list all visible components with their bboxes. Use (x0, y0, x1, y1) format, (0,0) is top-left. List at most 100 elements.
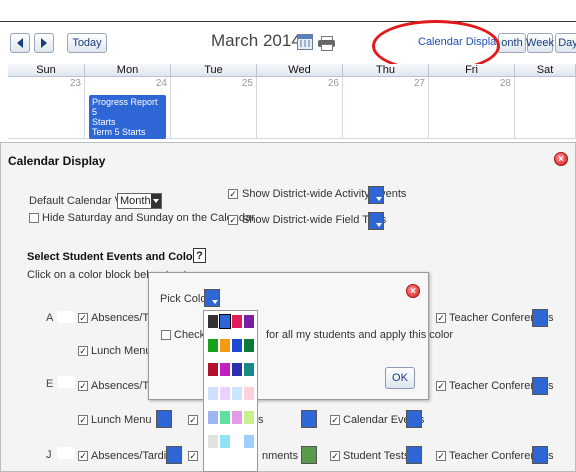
close-icon[interactable]: × (406, 284, 420, 298)
calendar-events-checkbox[interactable]: ✓ (330, 415, 340, 425)
show-trips-label: Show District-wide Field Trips (242, 214, 387, 226)
event-color-swatch[interactable] (301, 410, 317, 428)
day-header-wed: Wed (257, 64, 343, 77)
lunch-menu-checkbox[interactable]: ✓ (78, 415, 88, 425)
color-swatch[interactable] (220, 363, 230, 376)
prev-month-button[interactable] (10, 33, 30, 53)
day-cell[interactable]: 24 Progress Report 5 Starts Term 5 Start… (85, 77, 171, 139)
day-cell[interactable] (515, 77, 576, 139)
redacted-name (57, 376, 75, 388)
month-view-button[interactable]: onth (498, 33, 526, 53)
calendar-events-color-swatch[interactable] (406, 410, 422, 428)
teacher-conf-color-swatch[interactable] (532, 377, 548, 395)
absences-checkbox[interactable]: ✓ (78, 313, 88, 323)
student-letter: J (46, 449, 52, 461)
top-strip (0, 0, 576, 22)
color-swatch[interactable] (232, 435, 242, 448)
lunch-menu-checkbox[interactable]: ✓ (78, 346, 88, 356)
color-swatch[interactable] (232, 339, 242, 352)
day-header-mon: Mon (85, 64, 171, 77)
day-cell[interactable]: 28 (429, 77, 515, 139)
day-cell[interactable]: 27 (343, 77, 429, 139)
color-swatch[interactable] (220, 387, 230, 400)
color-swatch[interactable] (219, 314, 231, 329)
color-swatch[interactable] (232, 315, 242, 328)
color-swatch[interactable] (244, 435, 254, 448)
absences-checkbox[interactable]: ✓ (78, 451, 88, 461)
lunch-menu-color-swatch[interactable] (156, 410, 172, 428)
event-label: s (258, 414, 264, 426)
teacher-conf-checkbox[interactable]: ✓ (436, 451, 446, 461)
teacher-conf-checkbox[interactable]: ✓ (436, 313, 446, 323)
color-swatch[interactable] (244, 363, 254, 376)
color-swatch[interactable] (208, 411, 218, 424)
assignments-label: nments (262, 450, 299, 462)
color-swatch[interactable] (208, 435, 218, 448)
day-cell[interactable]: 23 (8, 77, 85, 139)
chevron-down-icon (151, 194, 161, 208)
event-checkbox[interactable]: ✓ (188, 415, 198, 425)
section-title: Select Student Events and Colors: (27, 251, 207, 263)
redacted-name (57, 447, 75, 459)
absences-color-swatch[interactable] (166, 446, 182, 464)
day-cell[interactable]: 26 (257, 77, 343, 139)
hide-weekend-label: Hide Saturday and Sunday on the Calendar (42, 212, 255, 224)
color-swatch[interactable] (244, 411, 254, 424)
color-swatch[interactable] (232, 411, 242, 424)
day-header-sun: Sun (8, 64, 85, 77)
student-letter: E (46, 378, 54, 390)
show-trips-checkbox[interactable]: ✓ (228, 215, 238, 225)
trips-color-button[interactable] (368, 212, 384, 230)
teacher-conf-color-swatch[interactable] (532, 309, 548, 327)
student-tests-label: Student Tests (343, 450, 410, 462)
day-header-tue: Tue (171, 64, 257, 77)
month-title: March 2014 (211, 31, 301, 50)
pick-color-popup: Pick Color: × Check A for all my student… (148, 272, 453, 400)
day-view-button[interactable]: Day (555, 33, 576, 53)
pick-color-button[interactable] (204, 289, 220, 307)
color-palette (203, 310, 258, 472)
student-tests-checkbox[interactable]: ✓ (330, 451, 340, 461)
color-swatch[interactable] (208, 339, 218, 352)
color-swatch[interactable] (232, 363, 242, 376)
apply-all-checkbox[interactable] (161, 330, 171, 340)
assignments-color-swatch[interactable] (301, 446, 317, 464)
color-swatch[interactable] (220, 339, 230, 352)
hide-weekend-checkbox[interactable] (29, 213, 39, 223)
calendar-event[interactable]: Progress Report 5 Starts Term 5 Starts (89, 95, 166, 139)
close-icon[interactable]: × (554, 152, 568, 166)
color-swatch[interactable] (208, 315, 218, 328)
day-header-thu: Thu (343, 64, 429, 77)
color-swatch[interactable] (244, 339, 254, 352)
absences-checkbox[interactable]: ✓ (78, 381, 88, 391)
student-tests-color-swatch[interactable] (406, 446, 422, 464)
color-swatch[interactable] (232, 387, 242, 400)
color-swatch[interactable] (244, 387, 254, 400)
week-view-button[interactable]: Week (526, 33, 554, 53)
color-swatch[interactable] (220, 411, 230, 424)
help-button[interactable]: ? (193, 248, 206, 263)
day-header-sat: Sat (515, 64, 576, 77)
color-swatch[interactable] (244, 315, 254, 328)
show-activity-checkbox[interactable]: ✓ (228, 189, 238, 199)
lunch-menu-label: Lunch Menu (91, 414, 152, 426)
dialog-title: Calendar Display (8, 154, 106, 168)
today-button[interactable]: Today (67, 33, 107, 53)
day-cell[interactable]: 25 (171, 77, 257, 139)
next-month-button[interactable] (34, 33, 54, 53)
apply-all-label-end: for all my students and apply this color (266, 329, 454, 341)
color-swatch[interactable] (208, 387, 218, 400)
chevron-right-icon (41, 38, 47, 48)
ok-button[interactable]: OK (385, 367, 415, 389)
color-swatch[interactable] (208, 363, 218, 376)
event-checkbox[interactable]: ✓ (188, 451, 198, 461)
redacted-name (57, 311, 75, 323)
teacher-conf-checkbox[interactable]: ✓ (436, 381, 446, 391)
print-icon[interactable] (318, 36, 335, 51)
absences-label: Absences/Tardies (91, 450, 178, 462)
default-view-select[interactable]: Month (117, 193, 162, 209)
calendar-icon[interactable] (297, 34, 313, 50)
teacher-conf-color-swatch[interactable] (532, 446, 548, 464)
activity-color-button[interactable] (368, 186, 384, 204)
color-swatch[interactable] (220, 435, 230, 448)
